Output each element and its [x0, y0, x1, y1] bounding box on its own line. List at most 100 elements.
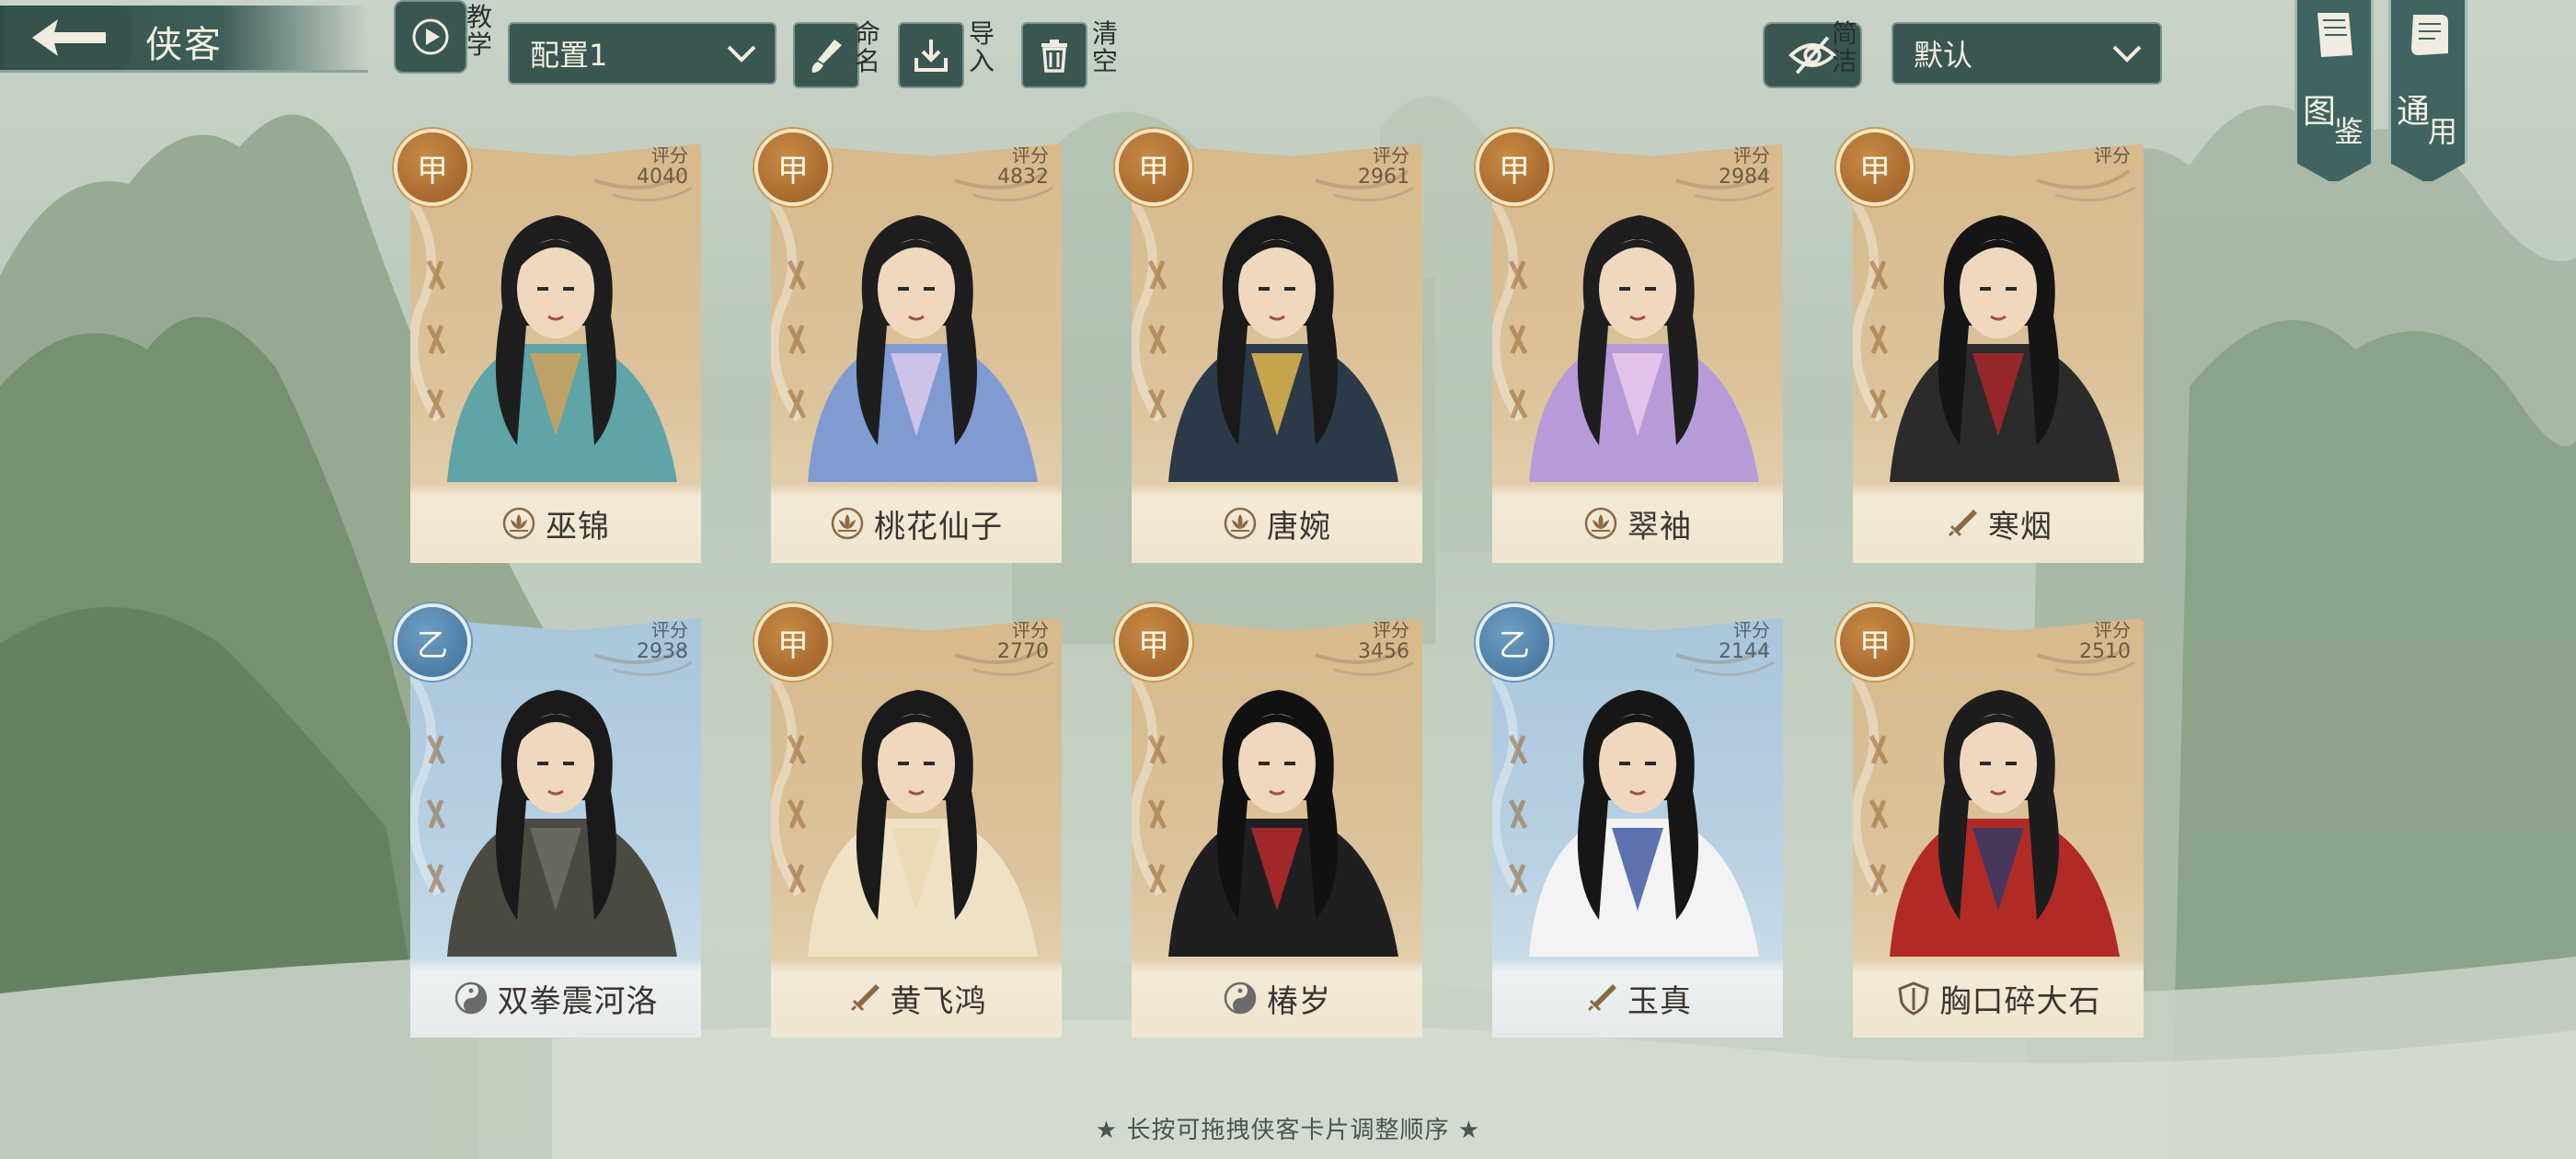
hero-card[interactable]: 甲 评分 2770 黄飞鸿 — [758, 607, 1062, 1039]
config-select-value: 配置1 — [530, 38, 608, 73]
weapon-tag-marks — [1869, 734, 1889, 894]
grade-badge: 甲 — [758, 132, 828, 202]
weapon-tag-marks — [426, 259, 446, 419]
weapon-tag-marks — [426, 734, 446, 894]
taiji-icon — [1224, 981, 1257, 1015]
hero-card[interactable]: 甲 评分 2510 胸口碎大石 — [1840, 607, 2144, 1039]
chevron-down-icon — [727, 45, 756, 63]
hero-name: 双拳震河洛 — [497, 982, 659, 1020]
hero-card[interactable]: 甲 评分 2961 唐婉 — [1119, 132, 1422, 565]
score-value: 2510 — [2079, 640, 2131, 663]
hero-name: 桃花仙子 — [874, 508, 1003, 545]
hero-name: 唐婉 — [1267, 508, 1331, 545]
eye-slash-icon — [1788, 36, 1836, 75]
clear-button[interactable] — [1021, 22, 1087, 88]
sword-icon — [850, 984, 880, 1012]
rename-button[interactable] — [793, 22, 859, 88]
score-label: 评分 — [1373, 144, 1409, 166]
score-label: 评分 — [1733, 619, 1770, 641]
brush-icon — [811, 40, 842, 73]
lotus-icon — [1584, 507, 1617, 540]
lotus-icon — [831, 507, 864, 540]
hero-name: 翠袖 — [1627, 508, 1692, 545]
score-value: 3456 — [1358, 640, 1409, 663]
tab-general[interactable]: 通 用 — [2388, 0, 2467, 184]
config-select[interactable]: 配置1 — [508, 22, 776, 85]
weapon-tag-marks — [1508, 734, 1528, 894]
play-icon — [412, 18, 449, 55]
score-label: 评分 — [2094, 144, 2131, 166]
score-label: 评分 — [1733, 144, 1770, 166]
tutorial-label: 教学 — [466, 2, 492, 60]
hero-name-bar: 唐婉 — [1132, 484, 1422, 563]
shield-icon — [1897, 981, 1929, 1016]
hero-name: 椿岁 — [1267, 982, 1331, 1020]
grade-badge: 乙 — [397, 607, 467, 677]
scroll-icon — [2411, 15, 2448, 55]
hero-name-bar: 椿岁 — [1132, 958, 1422, 1038]
hero-name: 黄飞鸿 — [890, 982, 987, 1020]
hero-name-bar: 玉真 — [1492, 958, 1783, 1038]
hero-name: 寒烟 — [1988, 508, 2053, 545]
weapon-tag-marks — [787, 259, 807, 419]
hero-card[interactable]: 乙 评分 2144 玉真 — [1479, 607, 1783, 1039]
sword-icon — [1587, 984, 1616, 1012]
hero-name-bar: 巫锦 — [410, 484, 701, 563]
hero-card[interactable]: 甲 评分 4832 桃花仙子 — [758, 132, 1062, 565]
score-value: 2938 — [637, 640, 688, 663]
import-icon — [914, 40, 948, 72]
score-label: 评分 — [651, 619, 688, 641]
top-bar: 侠客 教学 配置1 命名 导入 清空 简洁 默认 图 鉴 通 用 — [0, 0, 2576, 184]
hero-card[interactable]: 甲 评分 2984 翠袖 — [1479, 132, 1783, 565]
import-label: 导入 — [968, 18, 995, 76]
score-value: 2144 — [1719, 640, 1770, 663]
sword-icon — [1948, 510, 1977, 537]
rename-label: 命名 — [854, 18, 880, 76]
weapon-tag-marks — [1508, 259, 1528, 419]
weapon-tag-marks — [787, 734, 807, 894]
hero-name-bar: 双拳震河洛 — [410, 958, 701, 1038]
back-arrow-icon — [32, 19, 106, 56]
score-label: 评分 — [1012, 144, 1049, 166]
weapon-tag-marks — [1869, 259, 1889, 419]
back-button[interactable] — [4, 6, 132, 70]
score-value: 4040 — [637, 166, 688, 189]
grade-badge: 甲 — [1119, 607, 1189, 677]
simple-view-label: 简洁 — [1831, 18, 1857, 76]
weapon-tag-marks — [1147, 259, 1167, 419]
hero-name-bar: 胸口碎大石 — [1853, 958, 2144, 1038]
hero-name-bar: 黄飞鸿 — [771, 958, 1062, 1038]
hero-name-bar: 桃花仙子 — [771, 484, 1062, 563]
trash-icon — [1041, 40, 1067, 73]
score-value: 2770 — [997, 640, 1049, 663]
hero-name: 胸口碎大石 — [1939, 982, 2101, 1020]
score-value: 4832 — [997, 166, 1049, 189]
grade-badge: 甲 — [1479, 132, 1549, 202]
tutorial-button[interactable] — [394, 0, 467, 74]
sort-select-value: 默认 — [1914, 38, 1973, 73]
book-icon — [2317, 13, 2352, 57]
grade-badge: 甲 — [1119, 132, 1189, 202]
tab-codex[interactable]: 图 鉴 — [2294, 0, 2374, 184]
hero-card[interactable]: 乙 评分 2938 双拳震河洛 — [397, 607, 701, 1039]
hero-name: 巫锦 — [546, 508, 610, 545]
hero-name-bar: 寒烟 — [1853, 484, 2144, 563]
hero-name-bar: 翠袖 — [1492, 484, 1783, 563]
score-label: 评分 — [1012, 619, 1049, 641]
score-label: 评分 — [1373, 619, 1409, 641]
taiji-icon — [454, 981, 487, 1015]
score-label: 评分 — [651, 144, 688, 166]
import-button[interactable] — [898, 22, 964, 88]
score-label: 评分 — [2094, 619, 2131, 641]
hero-card[interactable]: 甲 评分 4040 巫锦 — [397, 132, 701, 565]
hero-card[interactable]: 甲 评分 寒烟 — [1840, 132, 2144, 565]
lotus-icon — [502, 507, 535, 540]
tab-general-line2: 用 — [2428, 114, 2458, 149]
page-title: 侠客 — [145, 24, 223, 66]
sort-select[interactable]: 默认 — [1892, 22, 2162, 85]
tab-codex-line1: 图 — [2303, 93, 2337, 131]
hero-card[interactable]: 甲 评分 3456 椿岁 — [1119, 607, 1422, 1039]
tab-codex-line2: 鉴 — [2334, 114, 2364, 149]
chevron-down-icon — [2112, 45, 2142, 63]
tab-general-line1: 通 — [2397, 93, 2431, 131]
